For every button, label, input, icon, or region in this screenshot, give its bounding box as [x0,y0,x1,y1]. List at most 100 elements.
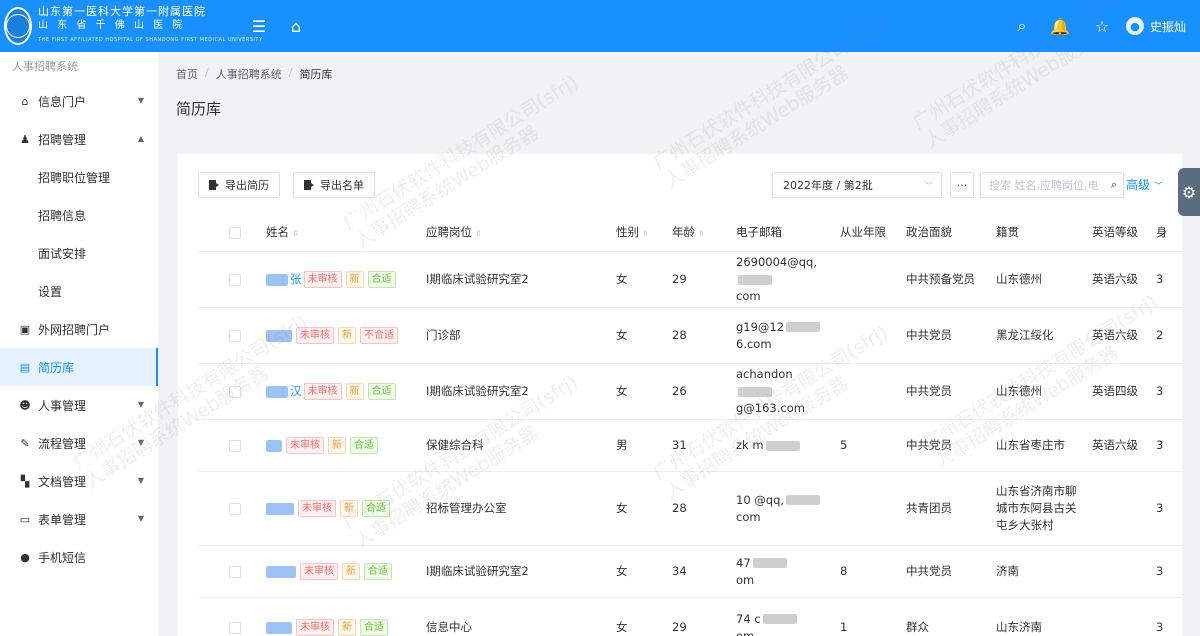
name-cell[interactable]: 汉未审核新合适 [260,383,420,400]
search-input[interactable]: 搜索 姓名,应聘岗位,电 ⌕ [980,172,1124,198]
name-text[interactable]: 汉 [290,384,302,398]
row-checkbox[interactable] [229,385,241,398]
origin-cell: 山东省枣庄市 [996,438,1065,452]
table-row[interactable]: 未审核新合适 Ⅰ期临床试验研究室2 女 34 47 om 8 中共党员 济南 3 [198,546,1182,598]
sort-icon[interactable]: ⇕ [292,229,299,238]
fit-badge: 合适 [362,500,390,517]
political-cell: 中共党员 [906,384,952,398]
row-checkbox-cell[interactable] [198,439,260,452]
hospital-logo[interactable]: 山东第一医科大学第一附属医院 山 东 省 千 佛 山 医 院 THE FIRST… [4,5,262,46]
sidebar-item-flow[interactable]: ✎ 流程管理 ▼ [0,424,158,462]
row-checkbox[interactable] [229,439,241,452]
row-checkbox-cell[interactable] [198,329,260,342]
export-resume-button[interactable]: 导出简历 [198,172,280,198]
fit-badge: 合适 [350,437,378,454]
row-checkbox[interactable] [229,502,241,515]
sidebar-item-recruit-info[interactable]: 招聘信息 [0,196,158,234]
sidebar-item-settings[interactable]: 设置 [0,272,158,310]
logo-name: 山东第一医科大学第一附属医院 [38,5,206,18]
row-checkbox-cell[interactable] [198,565,260,578]
more-button[interactable]: ··· [950,172,974,198]
sort-icon[interactable]: ⇕ [642,229,649,238]
select-all-checkbox[interactable] [229,226,241,239]
table-row[interactable]: 未审核新合适 信息中心女 29 74 c om 1 群众 山东济南 3 [198,598,1182,636]
age-cell: 34 [672,564,687,578]
years-cell: 8 [840,564,848,578]
sort-icon[interactable]: ⇕ [475,229,482,238]
breadcrumb-system[interactable]: 人事招聘系统 [216,66,282,82]
table-row[interactable]: 未审核新不合适 门诊部女 28 g19@12 6.com 中共党员 黑龙江绥化 英语六级 2 [198,308,1182,364]
col-age[interactable]: 年龄 ⇕ [666,224,730,242]
bell-icon[interactable]: 🔔 [1048,14,1072,38]
chevron-down-icon: ﹀ [1153,182,1163,192]
row-checkbox-cell[interactable] [198,621,260,634]
political-cell: 中共党员 [906,328,952,342]
col-name[interactable]: 姓名 ⇕ [260,224,420,242]
row-checkbox-cell[interactable] [198,273,260,286]
sidebar-item-recruit[interactable]: ♟ 招聘管理 ▲ [0,120,158,158]
logo-english: THE FIRST AFFILIATED HOSPITAL OF SHANDON… [38,37,263,43]
gender-cell: 女 [616,501,628,515]
table-row[interactable]: 张未审核新合适 Ⅰ期临床试验研究室2 女 29 2690004@qq, com 中共预备党员… [198,252,1182,308]
star-icon[interactable]: ☆ [1090,14,1114,38]
age-cell: 29 [672,272,687,286]
batch-select[interactable]: 2022年度 / 第2批 ﹀ [772,172,942,198]
row-checkbox[interactable] [229,273,241,286]
export-list-button[interactable]: 导出名单 [293,172,375,198]
name-cell[interactable]: 未审核新合适 [260,500,420,517]
years-cell: 1 [840,620,848,634]
name-cell[interactable]: 张未审核新合适 [260,271,420,288]
table-row[interactable]: 未审核新合适 保健综合科男 31 zk m 5 中共党员 山东省枣庄市 英语六级 3 [198,420,1182,472]
sidebar-item-position-manage[interactable]: 招聘职位管理 [0,158,158,196]
search-icon[interactable]: ⌕ [1111,178,1117,192]
row-checkbox[interactable] [229,621,241,634]
sidebar-title: 人事招聘系统 [12,60,78,73]
table-row[interactable]: 汉未审核新合适 Ⅰ期临床试验研究室2 女 26 achandon g@163.com 中共党… [198,364,1182,420]
sidebar-item-docs[interactable]: ▚ 文档管理 ▼ [0,462,158,500]
edit-icon: ✎ [20,436,30,450]
sidebar-item-label: 信息门户 [38,94,87,109]
col-gender[interactable]: 性别 ⇕ [610,224,666,242]
table-header: 姓名 ⇕ 应聘岗位 ⇕ 性别 ⇕ 年龄 ⇕ 电子邮箱 从业年限 政治面貌 籍贯 英语等级… [198,214,1182,252]
email-line: g@163.com [736,401,805,415]
row-checkbox-cell[interactable] [198,502,260,515]
email-line: 2690004@qq, [736,255,817,269]
row-checkbox[interactable] [229,329,241,342]
status-badge: 未审核 [303,271,342,288]
name-cell[interactable]: 未审核新合适 [260,563,420,580]
avatar[interactable]: ● [1125,17,1144,35]
sidebar-item-forms[interactable]: ▭ 表单管理 ▼ [0,500,158,538]
name-text[interactable]: 张 [290,272,302,286]
row-checkbox[interactable] [229,565,241,578]
name-cell[interactable]: 未审核新合适 [260,437,420,454]
sidebar-item-sms[interactable]: ● 手机短信 [0,538,158,576]
name-cell[interactable]: 未审核新不合适 [260,327,420,344]
email-line: 6.com [736,336,772,351]
search-icon[interactable]: ⌕ [1010,14,1034,38]
col-position[interactable]: 应聘岗位 ⇕ [420,224,610,242]
status-badge: 未审核 [286,437,324,454]
origin-cell: 山东济南 [996,620,1042,634]
breadcrumb-home[interactable]: 首页 [176,66,198,82]
advanced-search-button[interactable]: 高级 ﹀ [1126,176,1163,193]
sidebar-item-interview[interactable]: 面试安排 [0,234,158,272]
user-name[interactable]: 史振灿 [1150,18,1186,35]
extra-cell: 3 [1156,620,1164,634]
settings-gear-icon[interactable]: ⚙ [1178,168,1200,216]
email-cell: zk m [730,437,834,454]
sidebar-item-external-portal[interactable]: ▣ 外网招聘门户 [0,310,158,348]
home-icon[interactable]: ⌂ [284,14,308,38]
chevron-down-icon: ▼ [137,96,144,105]
sidebar-item-hr[interactable]: ☻ 人事管理 ▼ [0,386,158,424]
sidebar-item-portal[interactable]: ⌂ 信息门户 ▼ [0,82,158,120]
row-checkbox-cell[interactable] [198,385,260,398]
table-row[interactable]: 未审核新合适 招标管理办公室女 28 10 @qq, com 共青团员 山东省济南市聊城市东… [198,472,1182,546]
sidebar-item-resume[interactable]: ▤ 简历库 [0,348,158,386]
name-cell[interactable]: 未审核新合适 [260,619,420,636]
email-line: om [736,572,755,587]
sidebar-item-label: 简历库 [38,360,75,375]
sort-icon[interactable]: ⇕ [698,229,705,238]
position-cell: 门诊部 [426,328,461,342]
menu-icon[interactable]: ☰ [247,14,271,38]
header-checkbox-cell[interactable] [198,226,260,239]
